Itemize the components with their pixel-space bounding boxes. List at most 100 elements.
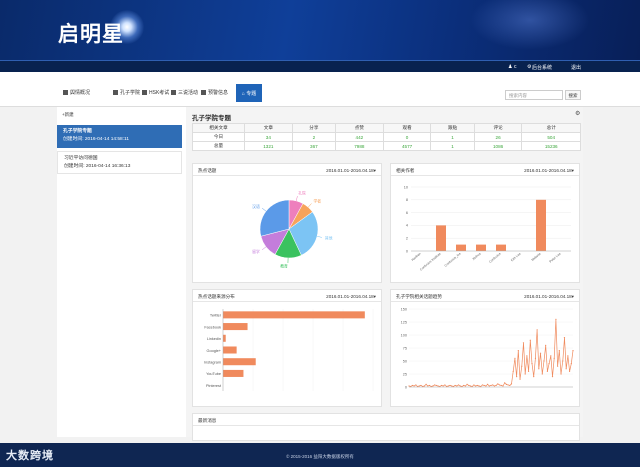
watermark: 大数跨境	[6, 450, 54, 462]
data-point	[423, 385, 425, 387]
pie-leader-line	[261, 207, 267, 212]
data-point	[456, 385, 458, 387]
data-point	[411, 384, 414, 387]
x-tick-label: Confucius_Ins	[444, 251, 462, 267]
panel-header: 热点话题 2016.01.01-2016.04.18▾	[193, 164, 381, 176]
tab-overview[interactable]: 舆情概况	[63, 89, 90, 96]
sidebar-item-meta: 创建时间: 2016-04-14 16:36:13	[64, 164, 131, 169]
data-point	[483, 384, 485, 387]
x-tick-label: Peter Lee	[548, 252, 561, 264]
date-range-dropdown[interactable]: 2016.01.01-2016.04.18▾	[326, 168, 376, 174]
pie-label: 孔院	[298, 191, 306, 196]
data-point	[514, 357, 516, 359]
data-point	[493, 385, 496, 387]
data-point	[527, 370, 530, 372]
user-bar: ♟ c ⚙ 后台系统 退出	[0, 60, 640, 72]
data-point	[486, 383, 489, 385]
bar	[476, 244, 486, 251]
y-tick-label: Instagram	[204, 360, 221, 364]
y-tick-label: 75	[403, 346, 407, 350]
tab-alerts[interactable]: 预警信息	[201, 89, 228, 96]
tab-events[interactable]: 三说活动	[171, 89, 198, 96]
column-header: 文章	[244, 123, 293, 133]
data-point	[444, 384, 446, 386]
table-cell: 1	[430, 141, 475, 151]
data-point	[529, 339, 531, 341]
pie-label: 其他	[325, 236, 333, 241]
data-point	[427, 385, 429, 387]
sidebar-item-title: 习近平访问德国	[64, 156, 98, 161]
bar	[456, 244, 466, 251]
column-header: 观看	[382, 123, 432, 133]
table-header-row: 相关文章 文章 分享 点赞 观看 跟贴 评论 总计	[192, 123, 581, 133]
grid-icon	[63, 90, 68, 96]
data-point	[440, 384, 443, 387]
table-cell: 1	[430, 132, 475, 142]
date-range-dropdown[interactable]: 2016.01.01-2016.04.18▾	[524, 294, 574, 300]
data-point	[500, 384, 502, 387]
table-cell: 1086	[473, 141, 523, 151]
date-range-dropdown[interactable]: 2016.01.01-2016.04.18▾	[326, 294, 376, 300]
y-tick-label: 10	[404, 185, 408, 189]
new-topic-button[interactable]: +新建	[62, 112, 74, 118]
y-tick-label: 125	[401, 320, 407, 324]
data-point	[507, 384, 509, 386]
tab-confucius[interactable]: 孔子学院	[113, 89, 140, 96]
y-tick-label: 0	[406, 249, 408, 253]
column-header: 点赞	[335, 123, 384, 133]
y-tick-label: 8	[406, 198, 408, 202]
admin-system-link[interactable]: 后台系统	[532, 64, 552, 71]
search-button[interactable]: 搜索	[565, 90, 581, 100]
panel-header: 最新消息	[193, 414, 579, 426]
data-point	[478, 385, 480, 387]
data-point	[534, 357, 537, 359]
data-point	[562, 360, 564, 362]
pie-leader-line	[261, 246, 267, 251]
sidebar-item-confucius[interactable]: 孔子学院专题 创建时间: 2016-04-14 14:58:11	[57, 125, 182, 148]
data-point	[447, 385, 449, 387]
table-cell: 442	[335, 132, 384, 142]
data-point	[509, 384, 511, 387]
data-point	[488, 385, 490, 387]
data-point	[519, 378, 521, 380]
settings-icon[interactable]: ⚙	[575, 110, 580, 117]
pie-label: 教育	[280, 263, 288, 268]
user-name[interactable]: c	[514, 64, 517, 70]
search-input[interactable]: 搜索内容	[505, 90, 563, 100]
tab-hsk[interactable]: HSK考试	[142, 89, 169, 96]
grid-icon	[113, 90, 118, 96]
grid-icon	[171, 90, 176, 96]
pie-leader-line	[295, 196, 298, 201]
date-range-dropdown[interactable]: 2016.01.01-2016.04.18▾	[524, 168, 574, 174]
x-tick-label: Melanie	[531, 252, 542, 262]
grid-icon	[201, 90, 206, 96]
y-tick-label: Linkedin	[207, 337, 221, 341]
data-point	[466, 383, 468, 385]
y-tick-label: Pinterest	[206, 384, 222, 388]
data-point	[505, 383, 507, 385]
column-header: 跟贴	[430, 123, 475, 133]
data-point	[536, 329, 538, 331]
panel-header: 相关作者 2016.01.01-2016.04.18▾	[391, 164, 579, 176]
column-header: 相关文章	[192, 123, 245, 133]
table-cell: 26	[473, 132, 523, 142]
data-point	[550, 355, 552, 357]
data-point	[545, 344, 547, 346]
data-point	[476, 384, 478, 387]
table-cell: 4577	[382, 141, 432, 151]
sidebar-item-xi-visit[interactable]: 习近平访问德国 创建时间: 2016-04-14 16:36:13	[57, 151, 182, 174]
bar	[223, 369, 244, 377]
y-tick-label: 50	[403, 359, 407, 363]
brand-title: 启明星	[58, 23, 124, 46]
trend-panel: 孔子学院相关话题趋势 2016.01.01-2016.04.18▾ 0 25 50 75…	[390, 289, 580, 407]
tab-topics[interactable]: ⌂ 专题	[236, 84, 262, 102]
user-icon: ♟	[508, 64, 513, 70]
header-banner: 启明星	[0, 0, 640, 60]
logout-link[interactable]: 退出	[571, 64, 581, 71]
bar	[223, 323, 248, 331]
y-tick-label: Facebook	[204, 325, 221, 329]
bar	[436, 225, 446, 251]
data-point	[512, 370, 514, 372]
home-icon: ⌂	[241, 91, 245, 97]
data-point	[492, 384, 494, 386]
